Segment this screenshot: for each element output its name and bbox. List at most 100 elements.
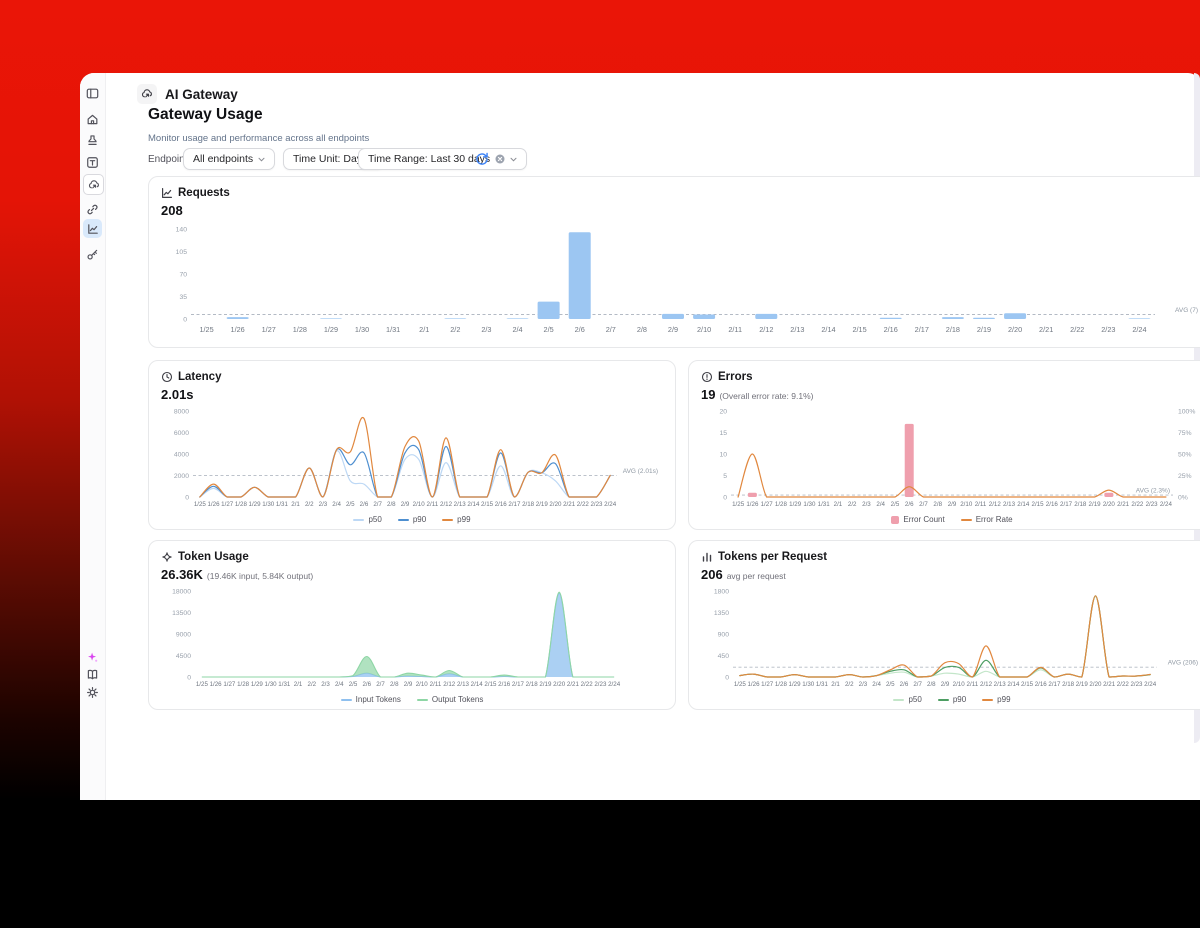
sparkles-icon[interactable] <box>86 651 99 664</box>
legend-item: Error Rate <box>960 515 1013 524</box>
svg-text:13500: 13500 <box>172 610 191 617</box>
latency-legend: p50 p90 p99 <box>149 515 675 524</box>
svg-text:5: 5 <box>723 473 727 480</box>
tokens-per-request-note: avg per request <box>726 571 786 581</box>
svg-text:2/10: 2/10 <box>953 681 966 688</box>
clear-filter-icon[interactable] <box>495 154 505 164</box>
legend-swatch <box>937 698 949 701</box>
time-range-select[interactable]: Time Range: Last 30 days <box>358 148 528 170</box>
refresh-icon[interactable] <box>475 152 489 166</box>
svg-text:2/4: 2/4 <box>872 681 881 688</box>
svg-text:AVG (2.3%): AVG (2.3%) <box>1136 488 1170 495</box>
svg-text:2/19: 2/19 <box>1089 501 1102 508</box>
legend-swatch <box>960 518 972 521</box>
svg-text:1350: 1350 <box>714 610 729 617</box>
chevron-down-icon <box>258 157 265 161</box>
svg-text:0: 0 <box>723 494 727 501</box>
svg-text:1/31: 1/31 <box>278 681 291 688</box>
svg-text:2/6: 2/6 <box>900 681 909 688</box>
legend-swatch <box>416 698 428 701</box>
endpoint-select[interactable]: All endpoints <box>183 148 276 170</box>
time-unit-value: Time Unit: Day <box>293 153 363 165</box>
svg-text:2/15: 2/15 <box>481 501 494 508</box>
app-title: AI Gateway <box>165 86 238 102</box>
svg-text:1/27: 1/27 <box>262 325 276 334</box>
svg-text:2/6: 2/6 <box>905 501 914 508</box>
legend-label: Error Rate <box>975 515 1013 524</box>
svg-text:2/23: 2/23 <box>1101 325 1115 334</box>
tokens-per-request-value-row: 206 avg per request <box>701 567 786 582</box>
svg-text:1/30: 1/30 <box>802 681 815 688</box>
requests-value-row: 208 <box>161 203 183 218</box>
svg-text:2/4: 2/4 <box>332 501 341 508</box>
svg-text:1/25: 1/25 <box>732 501 745 508</box>
errors-card-title: Errors <box>718 371 753 383</box>
svg-text:1/31: 1/31 <box>276 501 289 508</box>
svg-text:2/9: 2/9 <box>941 681 950 688</box>
svg-text:2/3: 2/3 <box>862 501 871 508</box>
svg-text:1/28: 1/28 <box>293 325 307 334</box>
svg-text:1/26: 1/26 <box>231 325 245 334</box>
svg-text:2/17: 2/17 <box>1060 501 1073 508</box>
svg-text:2/12: 2/12 <box>440 501 453 508</box>
svg-text:2/16: 2/16 <box>884 325 898 334</box>
svg-text:2/24: 2/24 <box>1160 501 1173 508</box>
svg-text:15: 15 <box>719 430 727 437</box>
requests-card-header: Requests <box>161 187 230 199</box>
panel-left-icon[interactable] <box>86 87 99 100</box>
svg-text:2/17: 2/17 <box>1048 681 1061 688</box>
sidebar-item-ai-gateway[interactable] <box>83 174 104 195</box>
docs-book-icon[interactable] <box>86 668 99 681</box>
svg-text:2/6: 2/6 <box>575 325 585 334</box>
legend-label: p50 <box>368 515 382 524</box>
svg-text:2/4: 2/4 <box>512 325 522 334</box>
svg-text:2/13: 2/13 <box>457 681 470 688</box>
page-title: Gateway Usage <box>148 106 263 123</box>
svg-text:2/4: 2/4 <box>335 681 344 688</box>
svg-text:1/28: 1/28 <box>235 501 248 508</box>
page-subtitle: Monitor usage and performance across all… <box>148 133 370 144</box>
svg-text:25%: 25% <box>1178 473 1192 480</box>
sidebar-item-analytics-active[interactable] <box>83 219 102 238</box>
home-icon[interactable] <box>86 113 99 126</box>
legend-swatch <box>893 698 905 701</box>
svg-text:2/17: 2/17 <box>915 325 929 334</box>
requests-total: 208 <box>161 203 183 218</box>
svg-text:2/11: 2/11 <box>427 501 439 508</box>
key-icon[interactable] <box>86 248 99 261</box>
token-usage-card-header: Token Usage <box>161 551 249 563</box>
svg-text:1/29: 1/29 <box>324 325 338 334</box>
svg-text:2/20: 2/20 <box>553 681 566 688</box>
svg-text:2/5: 2/5 <box>349 681 358 688</box>
stamp-icon[interactable] <box>86 134 99 147</box>
settings-gear-icon[interactable] <box>86 686 99 699</box>
svg-text:140: 140 <box>176 226 188 233</box>
svg-text:2/2: 2/2 <box>450 325 460 334</box>
svg-text:2/16: 2/16 <box>495 501 508 508</box>
svg-text:2/3: 2/3 <box>859 681 868 688</box>
svg-text:2/16: 2/16 <box>1035 681 1048 688</box>
link-icon[interactable] <box>86 203 99 216</box>
svg-text:2/13: 2/13 <box>454 501 467 508</box>
svg-text:2/24: 2/24 <box>608 681 621 688</box>
svg-text:2/11: 2/11 <box>728 325 742 334</box>
svg-text:2/9: 2/9 <box>401 501 410 508</box>
svg-text:2/11: 2/11 <box>430 681 442 688</box>
svg-text:1/31: 1/31 <box>816 681 829 688</box>
legend-item: Output Tokens <box>416 695 483 704</box>
frame-template-icon[interactable] <box>86 156 99 169</box>
svg-text:2/14: 2/14 <box>471 681 484 688</box>
endpoint-select-value: All endpoints <box>193 153 254 165</box>
svg-text:2/6: 2/6 <box>360 501 369 508</box>
svg-text:1/29: 1/29 <box>789 501 802 508</box>
svg-text:0: 0 <box>725 674 729 681</box>
svg-text:1/25: 1/25 <box>194 501 207 508</box>
token-usage-total: 26.36K <box>161 567 203 582</box>
svg-text:1/30: 1/30 <box>355 325 369 334</box>
clock-icon <box>161 371 173 383</box>
svg-text:2/2: 2/2 <box>308 681 317 688</box>
svg-text:2/1: 2/1 <box>291 501 300 508</box>
bar-chart-icon <box>702 552 712 562</box>
svg-text:2/24: 2/24 <box>1144 681 1157 688</box>
svg-text:4000: 4000 <box>174 451 189 458</box>
